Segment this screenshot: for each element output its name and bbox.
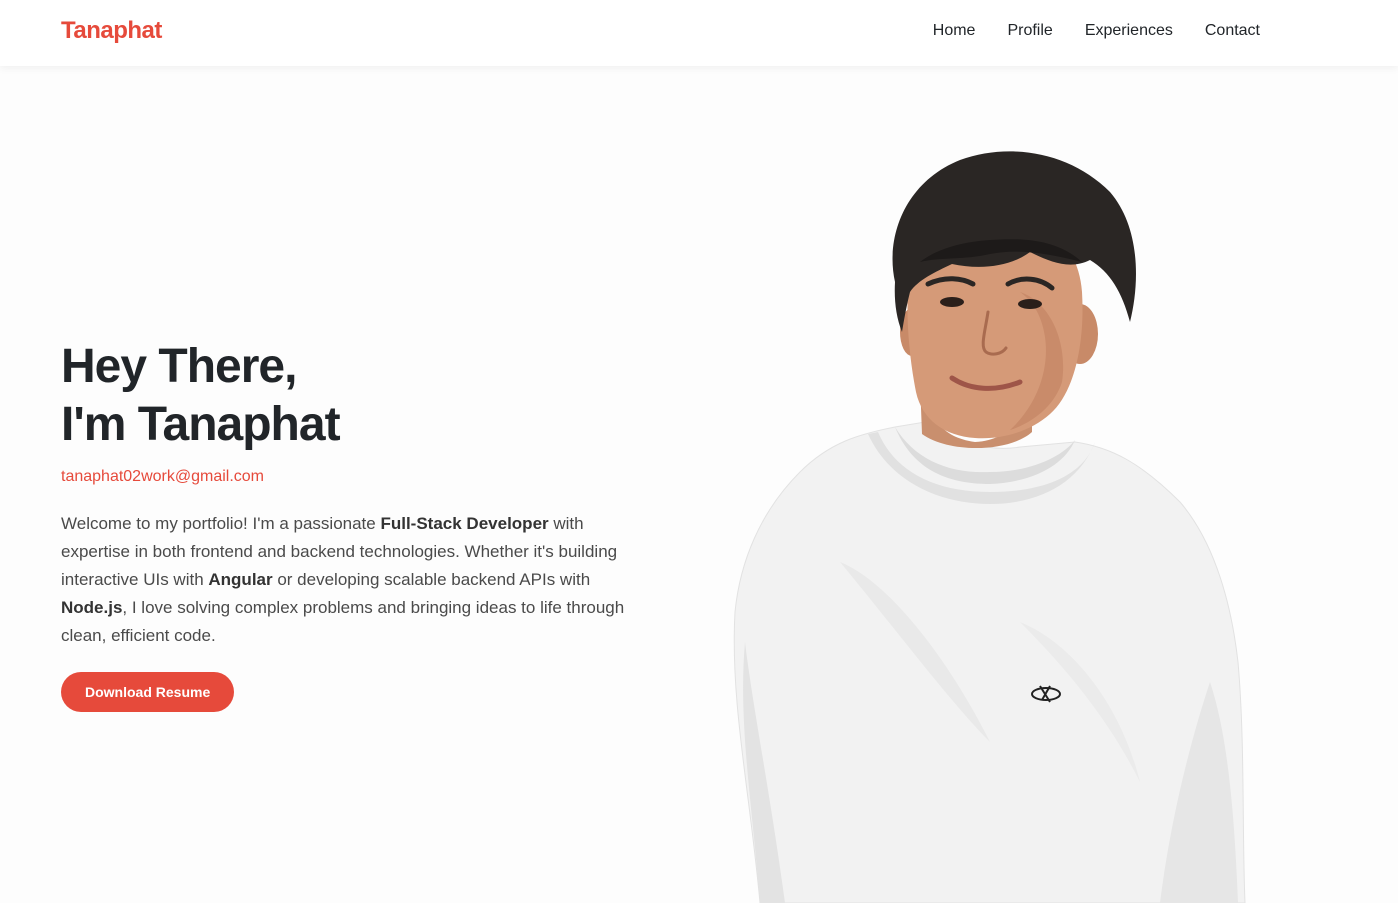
profile-photo [690, 142, 1260, 903]
navbar: Tanaphat Home Profile Experiences Contac… [0, 0, 1398, 66]
hero-description: Welcome to my portfolio! I'm a passionat… [61, 510, 651, 650]
nav-profile[interactable]: Profile [1007, 22, 1052, 40]
nav-contact[interactable]: Contact [1205, 22, 1260, 40]
desc-part: , I love solving complex problems and br… [61, 598, 625, 645]
desc-highlight: Angular [208, 570, 273, 589]
desc-highlight: Node.js [61, 598, 123, 617]
nav-home[interactable]: Home [933, 22, 976, 40]
desc-highlight: Full-Stack Developer [380, 514, 549, 533]
hero-section: Hey There, I'm Tanaphat tanaphat02work@g… [0, 66, 1398, 903]
download-resume-button[interactable]: Download Resume [61, 672, 235, 712]
desc-part: or developing scalable backend APIs with [272, 570, 591, 589]
nav-links: Home Profile Experiences Contact [933, 22, 1260, 40]
nav-experiences[interactable]: Experiences [1085, 22, 1173, 40]
hero-title-line2: I'm Tanaphat [61, 398, 341, 451]
hero-title: Hey There, I'm Tanaphat [61, 338, 661, 454]
email-link[interactable]: tanaphat02work@gmail.com [61, 468, 264, 486]
hero-text: Hey There, I'm Tanaphat tanaphat02work@g… [61, 338, 661, 712]
brand-logo[interactable]: Tanaphat [61, 17, 162, 45]
hero-title-line1: Hey There, [61, 340, 297, 393]
desc-part: Welcome to my portfolio! I'm a passionat… [61, 514, 381, 533]
